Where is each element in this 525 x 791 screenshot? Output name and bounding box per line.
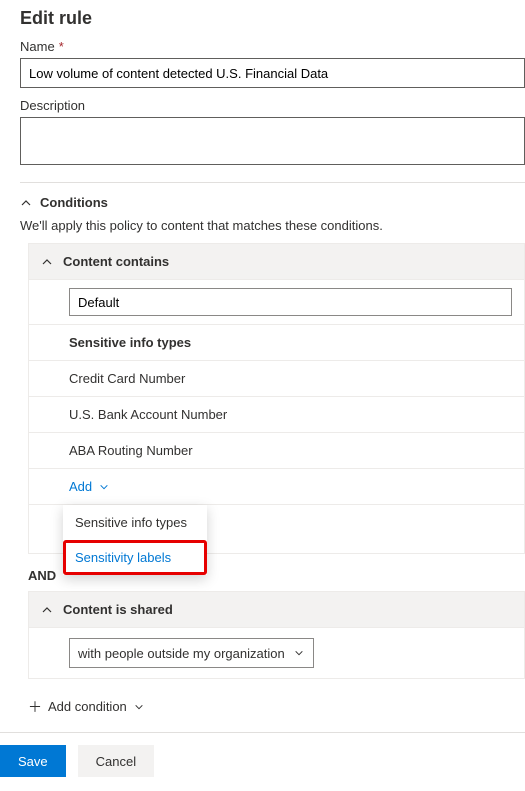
edit-rule-panel: Edit rule Name * Description Conditions … — [0, 0, 525, 732]
menu-item-sensitive-info-types[interactable]: Sensitive info types — [63, 505, 207, 540]
add-condition-button[interactable]: ＋ Add condition — [28, 699, 145, 714]
condition-content-shared-header[interactable]: Content is shared — [29, 592, 524, 628]
divider — [20, 182, 525, 183]
save-button[interactable]: Save — [0, 745, 66, 777]
menu-item-sensitivity-labels[interactable]: Sensitivity labels — [63, 540, 207, 575]
add-sit-row: Add Sensitive info types Sensitivity lab… — [29, 469, 524, 505]
condition-content-contains-header[interactable]: Content contains — [29, 244, 524, 280]
conditions-help-text: We'll apply this policy to content that … — [20, 218, 525, 233]
add-sit-label: Add — [69, 479, 92, 494]
chevron-down-icon — [293, 647, 305, 659]
add-condition-label: Add condition — [48, 699, 127, 714]
sit-item[interactable]: U.S. Bank Account Number — [29, 397, 524, 433]
chevron-up-icon — [41, 256, 53, 268]
sit-item[interactable]: ABA Routing Number — [29, 433, 524, 469]
chevron-down-icon — [98, 481, 110, 493]
content-shared-row: with people outside my organization — [29, 628, 524, 678]
condition-content-shared-title: Content is shared — [63, 602, 173, 617]
description-field-group: Description — [20, 98, 525, 168]
content-shared-selected: with people outside my organization — [78, 646, 285, 661]
add-sit-menu: Sensitive info types Sensitivity labels — [63, 505, 207, 575]
description-input[interactable] — [20, 117, 525, 165]
sit-item[interactable]: Credit Card Number — [29, 361, 524, 397]
sensitive-info-types-label: Sensitive info types — [29, 325, 524, 361]
cancel-button[interactable]: Cancel — [78, 745, 154, 777]
chevron-up-icon — [20, 197, 32, 209]
page-title: Edit rule — [20, 8, 525, 29]
required-asterisk: * — [59, 39, 64, 54]
chevron-up-icon — [41, 604, 53, 616]
name-label-text: Name — [20, 39, 55, 54]
name-input[interactable] — [20, 58, 525, 88]
conditions-header[interactable]: Conditions — [20, 195, 525, 210]
group-name-row — [29, 280, 524, 325]
description-label: Description — [20, 98, 525, 113]
name-label: Name * — [20, 39, 525, 54]
name-field-group: Name * — [20, 39, 525, 88]
add-sit-button[interactable]: Add — [69, 479, 110, 494]
footer: Save Cancel — [0, 732, 525, 791]
condition-content-contains: Content contains Sensitive info types Cr… — [28, 243, 525, 554]
group-name-input[interactable] — [69, 288, 512, 316]
content-shared-select[interactable]: with people outside my organization — [69, 638, 314, 668]
condition-content-contains-title: Content contains — [63, 254, 169, 269]
chevron-down-icon — [133, 701, 145, 713]
conditions-title: Conditions — [40, 195, 108, 210]
condition-content-shared: Content is shared with people outside my… — [28, 591, 525, 679]
plus-icon: ＋ — [28, 700, 42, 714]
